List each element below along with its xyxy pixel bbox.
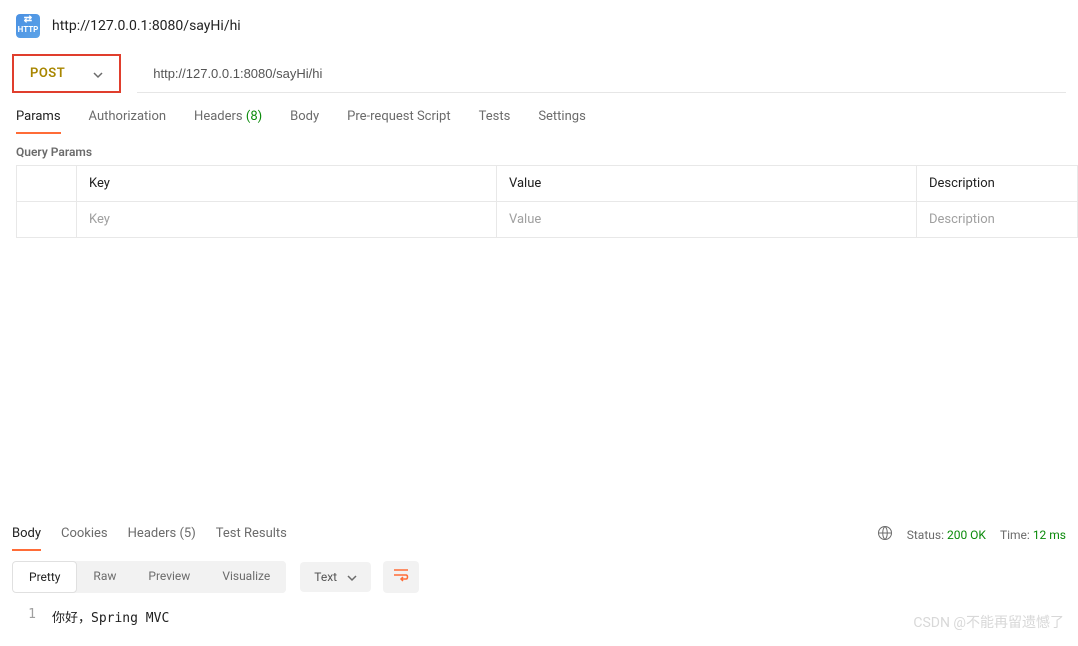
key-input-cell[interactable]: Key bbox=[77, 202, 497, 238]
http-icon: HTTP bbox=[16, 14, 40, 38]
status-value: 200 OK bbox=[947, 528, 986, 542]
value-input-cell[interactable]: Value bbox=[497, 202, 917, 238]
url-input[interactable] bbox=[137, 54, 1066, 93]
tab-authorization[interactable]: Authorization bbox=[89, 109, 167, 134]
globe-icon[interactable] bbox=[877, 525, 893, 544]
response-tab-headers[interactable]: Headers (5) bbox=[128, 518, 196, 551]
tab-params[interactable]: Params bbox=[16, 109, 61, 134]
tab-prerequest[interactable]: Pre-request Script bbox=[347, 109, 450, 134]
tab-tests[interactable]: Tests bbox=[479, 109, 511, 134]
request-row: POST bbox=[0, 46, 1078, 93]
method-select[interactable]: POST bbox=[12, 54, 121, 93]
view-raw[interactable]: Raw bbox=[77, 561, 132, 593]
time-label: Time: bbox=[1000, 528, 1030, 542]
response-tab-test-results[interactable]: Test Results bbox=[216, 518, 287, 551]
description-input-cell[interactable]: Description bbox=[917, 202, 1078, 238]
response-body: 1 你好，Spring MVC bbox=[0, 603, 1078, 646]
table-value-header: Value bbox=[497, 166, 917, 202]
request-tabs: Params Authorization Headers (8) Body Pr… bbox=[0, 93, 1078, 135]
view-controls: Pretty Raw Preview Visualize Text bbox=[0, 551, 1078, 603]
tab-body[interactable]: Body bbox=[290, 109, 319, 134]
method-label: POST bbox=[30, 66, 65, 81]
table-key-header: Key bbox=[77, 166, 497, 202]
chevron-down-icon bbox=[93, 69, 103, 79]
tab-headers-count: (8) bbox=[246, 109, 262, 124]
table-description-header: Description bbox=[917, 166, 1078, 202]
line-content: 你好，Spring MVC bbox=[52, 607, 169, 626]
tab-title: http://127.0.0.1:8080/sayHi/hi bbox=[52, 18, 241, 34]
chevron-down-icon bbox=[347, 572, 357, 582]
response-meta: Status: 200 OK Time: 12 ms bbox=[877, 525, 1066, 544]
format-select[interactable]: Text bbox=[300, 562, 371, 592]
table-row: Key Value Description bbox=[17, 202, 1078, 238]
tab-settings[interactable]: Settings bbox=[538, 109, 585, 134]
view-preview[interactable]: Preview bbox=[132, 561, 206, 593]
time-meta[interactable]: Time: 12 ms bbox=[1000, 528, 1066, 542]
table-handle-cell[interactable] bbox=[17, 202, 77, 238]
view-group: Pretty Raw Preview Visualize bbox=[12, 561, 286, 593]
tab-headers-label: Headers bbox=[194, 109, 243, 124]
view-visualize[interactable]: Visualize bbox=[206, 561, 286, 593]
time-value: 12 ms bbox=[1033, 528, 1066, 542]
response-tabs: Body Cookies Headers (5) Test Results bbox=[12, 518, 287, 551]
query-params-title: Query Params bbox=[0, 135, 1078, 165]
wrap-lines-button[interactable] bbox=[383, 561, 419, 593]
tab-header: HTTP http://127.0.0.1:8080/sayHi/hi bbox=[0, 0, 1078, 46]
status-meta[interactable]: Status: 200 OK bbox=[907, 528, 986, 542]
view-pretty[interactable]: Pretty bbox=[12, 561, 77, 593]
status-label: Status: bbox=[907, 528, 944, 542]
tab-headers[interactable]: Headers (8) bbox=[194, 109, 262, 134]
response-tab-headers-label: Headers bbox=[128, 526, 177, 541]
line-number: 1 bbox=[12, 607, 52, 626]
table-handle-header bbox=[17, 166, 77, 202]
format-label: Text bbox=[314, 570, 337, 584]
response-tab-cookies[interactable]: Cookies bbox=[61, 518, 108, 551]
response-tab-body[interactable]: Body bbox=[12, 518, 41, 551]
params-table: Key Value Description Key Value Descript… bbox=[16, 165, 1078, 238]
response-tab-headers-count: (5) bbox=[179, 526, 195, 541]
response-section: Body Cookies Headers (5) Test Results St… bbox=[0, 518, 1078, 646]
